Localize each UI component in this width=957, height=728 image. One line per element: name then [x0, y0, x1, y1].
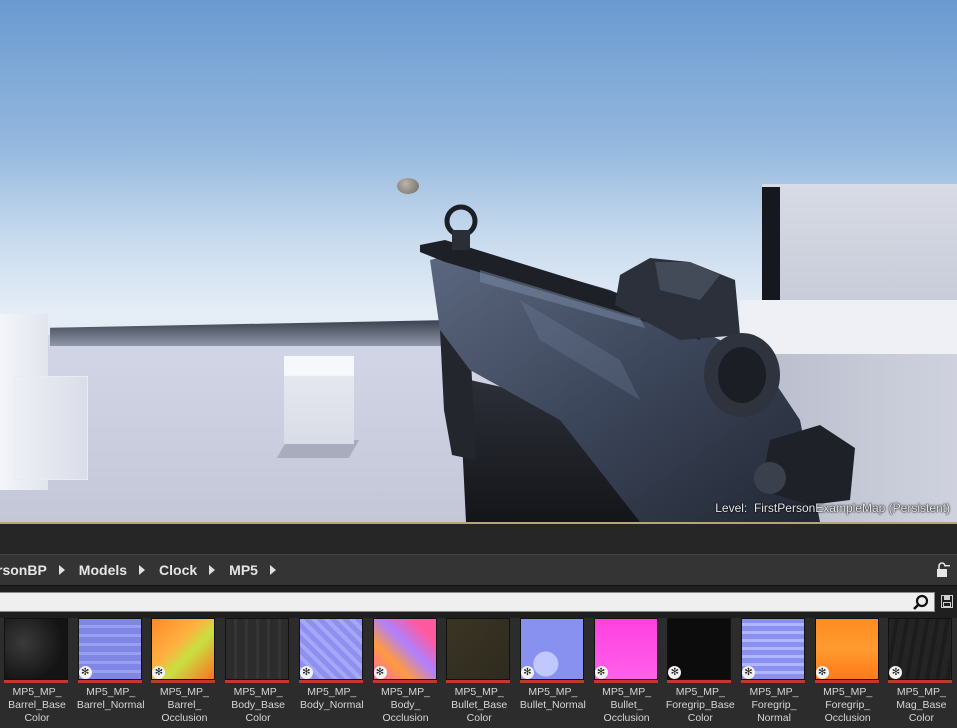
asset-tile[interactable]: MP5_MP_ Barrel_Base Color [2, 618, 72, 728]
chevron-right-icon[interactable] [209, 565, 216, 575]
asset-tile[interactable]: ✻ MP5_MP_ Body_Normal [297, 618, 367, 728]
chevron-right-icon[interactable] [269, 565, 276, 575]
asset-type-color-bar [372, 680, 437, 683]
asset-type-color-bar [519, 680, 584, 683]
asset-type-color-bar [667, 680, 732, 683]
content-browser-toolbar [0, 524, 957, 554]
texture-thumbnail [225, 618, 290, 680]
asset-tile[interactable]: ✻ MP5_MP_ Mag_Base Color [886, 618, 956, 728]
texture-thumbnail [4, 618, 68, 680]
asset-name: MP5_MP_ Foregrip_Base Color [665, 686, 735, 724]
asset-tile[interactable]: ✻ MP5_MP_ Body_ Occlusion [371, 618, 441, 728]
search-input[interactable] [0, 592, 935, 612]
asset-name: MP5_MP_ Foregrip_ Normal [749, 686, 799, 724]
breadcrumb-item[interactable]: Clock [159, 555, 229, 585]
level-name: FirstPersonExampleMap (Persistent) [753, 501, 950, 515]
asset-type-color-bar [593, 680, 658, 683]
breadcrumb-item[interactable]: Models [79, 555, 159, 585]
save-icon[interactable] [941, 595, 953, 608]
asset-type-color-bar [4, 680, 68, 683]
breadcrumb: rsonBP Models Clock MP5 [0, 554, 957, 586]
asset-tile[interactable]: ✻ MP5_MP_ Foregrip_ Normal [739, 618, 809, 728]
breadcrumb-item-label: Clock [159, 562, 198, 578]
texture-thumbnail [446, 618, 511, 680]
asset-tile[interactable]: ✻ MP5_MP_ Barrel_ Occlusion [149, 618, 219, 728]
breadcrumb-item-label: Models [78, 562, 128, 578]
asset-tile[interactable]: ✻ MP5_MP_ Foregrip_ Occlusion [813, 618, 883, 728]
chevron-right-icon[interactable] [139, 565, 146, 575]
level-viewport[interactable]: Level: FirstPersonExampleMap (Persistent… [0, 0, 957, 522]
asset-tile[interactable]: ✻ MP5_MP_ Barrel_Normal [76, 618, 146, 728]
asset-name: MP5_MP_ Bullet_Normal [519, 686, 586, 711]
breadcrumb-item[interactable]: rsonBP [0, 555, 79, 585]
breadcrumb-item-label: rsonBP [0, 562, 47, 578]
asset-grid: MP5_MP_ Barrel_Base Color ✻ MP5_MP_ Barrel… [0, 618, 957, 728]
asset-type-color-bar [151, 680, 216, 683]
mp5-weapon-model [420, 204, 855, 522]
level-name-label: Level: FirstPersonExampleMap (Persistent… [715, 501, 950, 515]
asset-type-color-bar [741, 680, 805, 683]
asset-status-icon: ✻ [373, 666, 387, 679]
asset-name: MP5_MP_ Barrel_ Occlusion [159, 686, 209, 724]
asset-status-icon: ✻ [78, 666, 92, 679]
asset-type-color-bar [814, 680, 879, 683]
lock-icon[interactable] [936, 562, 950, 578]
asset-name: MP5_MP_ Bullet_Base Color [451, 686, 508, 724]
asset-name: MP5_MP_ Barrel_Normal [76, 686, 145, 711]
breadcrumb-item-label: MP5 [229, 562, 258, 578]
asset-type-color-bar [888, 680, 953, 683]
asset-status-icon: ✻ [742, 666, 755, 679]
level-prefix: Level: [715, 501, 748, 515]
asset-name: MP5_MP_ Body_Base Color [231, 686, 285, 724]
asset-tile[interactable]: ✻ MP5_MP_ Foregrip_Base Color [665, 618, 735, 728]
search-row [0, 590, 957, 614]
asset-name: MP5_MP_ Bullet_ Occlusion [602, 686, 652, 724]
content-browser: rsonBP Models Clock MP5 MP5_MP_ Barrel_Base… [0, 522, 957, 728]
asset-type-color-bar [446, 680, 511, 683]
asset-tile[interactable]: ✻ MP5_MP_ Bullet_Normal [518, 618, 588, 728]
asset-name: MP5_MP_ Body_ Occlusion [380, 686, 431, 724]
asset-name: MP5_MP_ Foregrip_ Occlusion [823, 686, 873, 724]
asset-status-icon: ✻ [520, 666, 534, 679]
asset-status-icon: ✻ [594, 666, 608, 679]
asset-type-color-bar [77, 680, 142, 683]
asset-type-color-bar [298, 680, 363, 683]
search-icon[interactable] [912, 594, 930, 611]
breadcrumb-item[interactable]: MP5 [229, 555, 290, 585]
asset-name: MP5_MP_ Barrel_Base Color [8, 686, 66, 724]
asset-tile[interactable]: ✻ MP5_MP_ Bullet_ Occlusion [592, 618, 662, 728]
asset-status-icon: ✻ [299, 666, 313, 679]
asset-tile[interactable]: MP5_MP_ Bullet_Base Color [444, 618, 514, 728]
chevron-right-icon[interactable] [58, 565, 65, 575]
asset-tile[interactable]: MP5_MP_ Body_Base Color [223, 618, 293, 728]
asset-name: MP5_MP_ Body_Normal [299, 686, 364, 711]
asset-status-icon: ✻ [815, 666, 829, 679]
asset-name: MP5_MP_ Mag_Base Color [896, 686, 947, 724]
asset-type-color-bar [225, 680, 290, 683]
